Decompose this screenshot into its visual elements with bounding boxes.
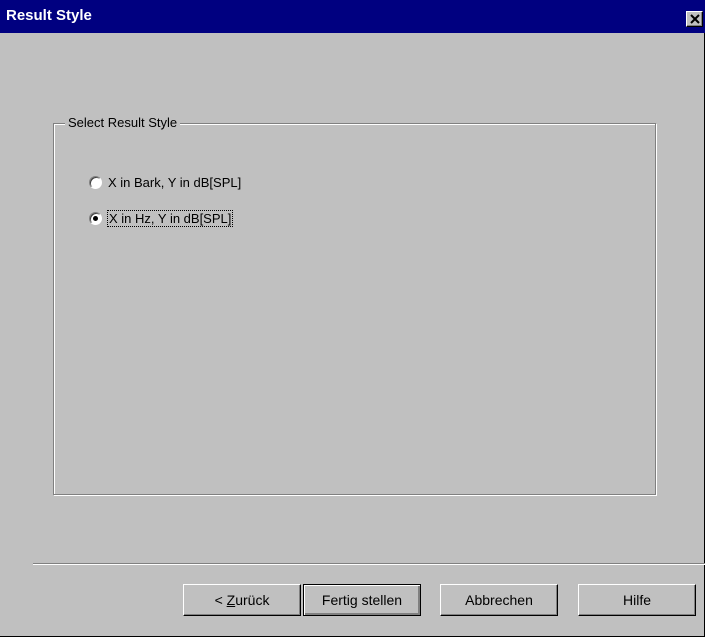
separator-highlight <box>33 564 705 565</box>
finish-button[interactable]: Fertig stellen <box>303 584 421 616</box>
close-button[interactable] <box>686 11 703 27</box>
finish-button-label: Fertig stellen <box>321 592 403 608</box>
back-button-accel: Z <box>226 592 236 608</box>
back-button[interactable]: < Zurück <box>183 584 301 616</box>
option-hz-label[interactable]: X in Hz, Y in dB[SPL] <box>106 210 234 227</box>
group-legend: Select Result Style <box>65 115 181 130</box>
back-button-prefix: < <box>214 592 227 608</box>
help-button[interactable]: Hilfe <box>578 584 696 616</box>
dialog-window: Result Style Select Result Style X in Ba… <box>0 0 705 637</box>
radio-button-bark[interactable] <box>89 176 102 189</box>
help-button-label: Hilfe <box>622 592 651 608</box>
cancel-button-label: Abbrechen <box>465 592 533 608</box>
close-icon <box>690 14 700 24</box>
radio-selected-dot <box>93 216 98 221</box>
cancel-button[interactable]: Abbrechen <box>440 584 558 616</box>
title-bar[interactable]: Result Style <box>0 0 705 33</box>
radio-button-hz[interactable] <box>89 212 102 225</box>
option-bark-label[interactable]: X in Bark, Y in dB[SPL] <box>108 175 241 190</box>
window-title: Result Style <box>6 7 92 24</box>
back-button-rest: urück <box>235 592 270 608</box>
